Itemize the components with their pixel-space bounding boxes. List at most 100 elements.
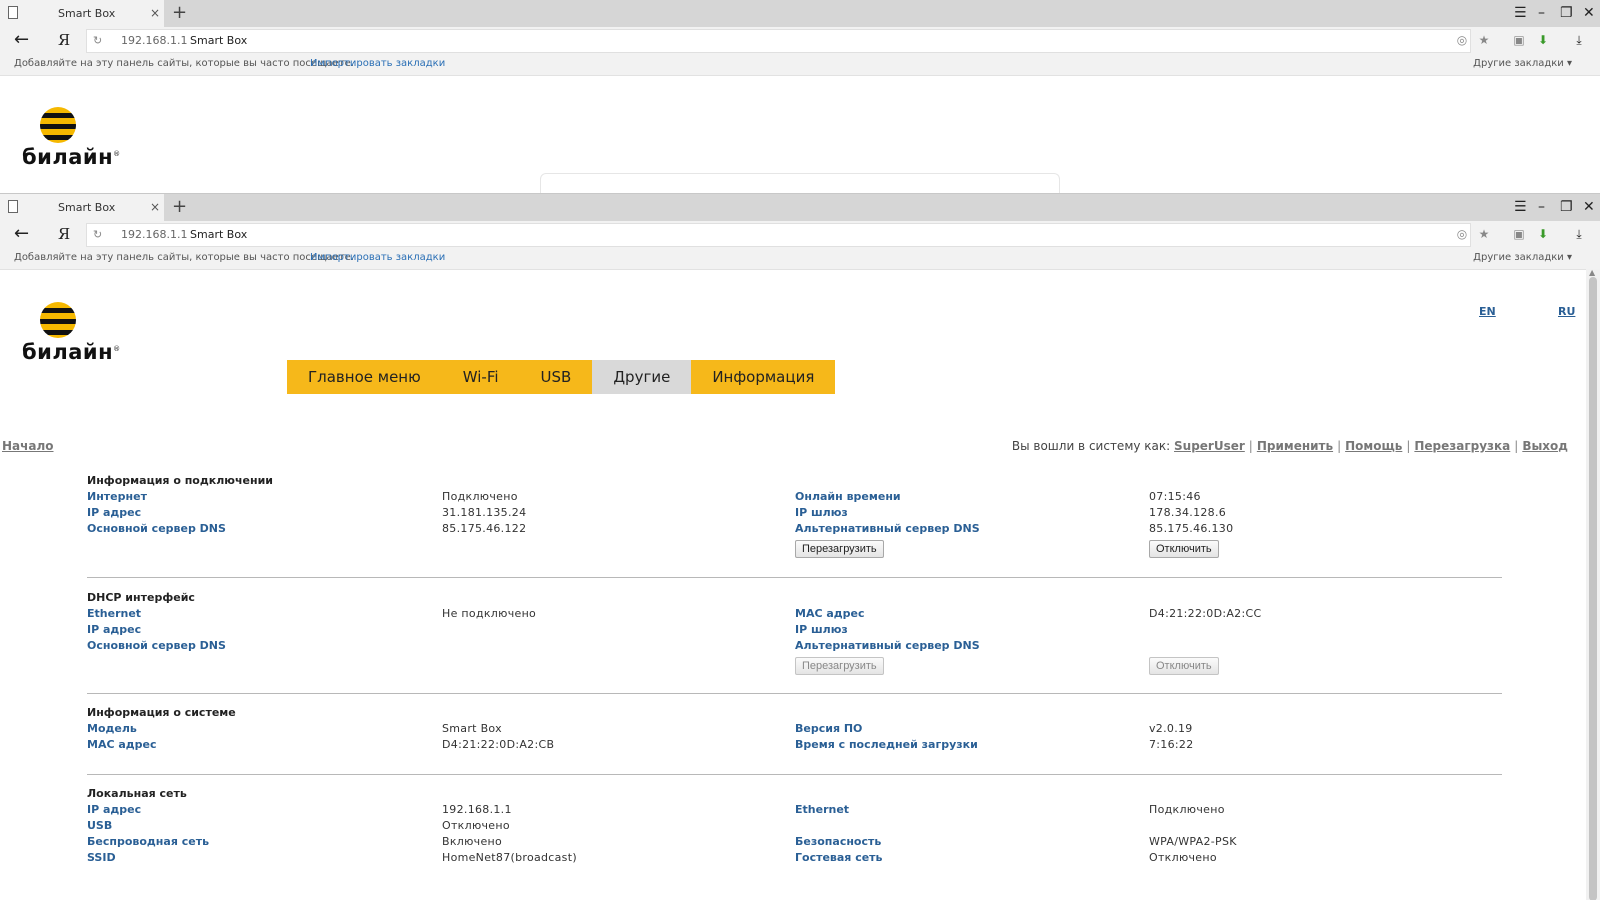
row-value: D4:21:22:0D:A2:CB: [442, 738, 555, 751]
download-icon[interactable]: ⤓: [1572, 33, 1586, 47]
reboot-dhcp-button[interactable]: Перезагрузить: [795, 657, 884, 675]
row-value: D4:21:22:0D:A2:CC: [1149, 607, 1262, 620]
lang-en-link[interactable]: EN: [1479, 305, 1496, 318]
savefrom-icon[interactable]: ⬇: [1536, 227, 1550, 241]
close-icon[interactable]: ✕: [1583, 0, 1595, 27]
row-label: IP шлюз: [795, 506, 848, 519]
import-bookmarks-link[interactable]: Импортировать закладки: [310, 56, 445, 72]
tab-close-icon[interactable]: ×: [150, 0, 160, 27]
beeline-logo[interactable]: билайн®: [22, 302, 120, 364]
tab-close-icon[interactable]: ×: [150, 194, 160, 221]
lang-ru-link[interactable]: RU: [1558, 305, 1575, 318]
star-icon[interactable]: ★: [1477, 33, 1491, 47]
login-panel-edge: [540, 173, 1060, 193]
logged-in-label: Вы вошли в систему как:: [1011, 439, 1171, 453]
vertical-scrollbar[interactable]: ▲: [1586, 268, 1600, 900]
restore-icon[interactable]: ❐: [1560, 194, 1573, 221]
row-label: IP адрес: [87, 623, 142, 636]
download-icon[interactable]: ⤓: [1572, 227, 1586, 241]
scrollbar-thumb[interactable]: [1589, 277, 1597, 900]
menu-item-usb[interactable]: USB: [520, 360, 593, 394]
minimize-icon[interactable]: –: [1538, 0, 1545, 27]
new-tab-button[interactable]: +: [172, 194, 187, 220]
menu-item-main[interactable]: Главное меню: [287, 360, 442, 394]
row-value: 192.168.1.1: [442, 803, 512, 816]
bee-logo-icon: [40, 302, 76, 338]
row-label: Альтернативный сервер DNS: [795, 639, 980, 652]
disconnect-button[interactable]: Отключить: [1149, 540, 1219, 558]
connection-info-section: Информация о подключении Интернет Подклю…: [87, 473, 1502, 559]
extension-icon[interactable]: ▣: [1512, 227, 1526, 241]
yandex-icon[interactable]: Я: [58, 225, 70, 243]
address-field[interactable]: ↻ 192.168.1.1 Smart Box: [86, 223, 1471, 247]
row-value: WPA/WPA2-PSK: [1149, 835, 1237, 848]
import-bookmarks-link[interactable]: Импортировать закладки: [310, 250, 445, 266]
row-label: Интернет: [87, 490, 147, 503]
row-label: SSID: [87, 851, 116, 864]
bookmarks-bar: Добавляйте на эту панель сайты, которые …: [0, 56, 1600, 76]
browser-tab[interactable]: Smart Box ×: [0, 0, 164, 27]
row-label: USB: [87, 819, 113, 832]
system-info-section: Информация о системе Модель Smart Box Ве…: [87, 705, 1502, 753]
row-label: Безопасность: [795, 835, 882, 848]
row-label: IP адрес: [87, 506, 142, 519]
other-bookmarks[interactable]: Другие закладки ▾: [1473, 56, 1572, 72]
protect-icon[interactable]: ◎: [1455, 227, 1469, 241]
menu-icon[interactable]: ☰: [1514, 0, 1527, 27]
breadcrumb-bar: Начало Вы вошли в систему как: SuperUser…: [2, 439, 1568, 455]
protect-icon[interactable]: ◎: [1455, 33, 1469, 47]
row-value: 07:15:46: [1149, 490, 1201, 503]
star-icon[interactable]: ★: [1477, 227, 1491, 241]
row-value: Включено: [442, 835, 503, 848]
reboot-link[interactable]: Перезагрузка: [1414, 439, 1510, 453]
main-menu: Главное меню Wi-Fi USB Другие Информация: [287, 360, 836, 394]
disconnect-dhcp-button[interactable]: Отключить: [1149, 657, 1219, 675]
row-label: MAC адрес: [87, 738, 157, 751]
tab-title: Smart Box: [58, 7, 116, 20]
info-row: IP адрес 31.181.135.24 IP шлюз 178.34.12…: [87, 505, 1502, 521]
info-row: SSID HomeNet87(broadcast) Гостевая сеть …: [87, 850, 1502, 866]
minimize-icon[interactable]: –: [1538, 194, 1545, 221]
dhcp-section: DHCP интерфейс Ethernet Не подключено MA…: [87, 590, 1502, 676]
apply-link[interactable]: Применить: [1257, 439, 1333, 453]
help-link[interactable]: Помощь: [1345, 439, 1402, 453]
close-icon[interactable]: ✕: [1583, 194, 1595, 221]
browser-tab[interactable]: Smart Box ×: [0, 194, 164, 221]
row-value: Не подключено: [442, 607, 537, 620]
reload-icon[interactable]: ↻: [93, 224, 102, 246]
row-label: Гостевая сеть: [795, 851, 883, 864]
back-arrow-icon[interactable]: ←: [14, 29, 29, 50]
menu-item-info[interactable]: Информация: [691, 360, 835, 394]
address-host: 192.168.1.1: [121, 228, 188, 241]
new-tab-button[interactable]: +: [172, 0, 187, 26]
yandex-icon[interactable]: Я: [58, 31, 70, 49]
menu-icon[interactable]: ☰: [1514, 194, 1527, 221]
row-label: Альтернативный сервер DNS: [795, 522, 980, 535]
info-row: Основной сервер DNS Альтернативный серве…: [87, 638, 1502, 654]
menu-item-other[interactable]: Другие: [592, 360, 692, 394]
back-arrow-icon[interactable]: ←: [14, 223, 29, 244]
savefrom-icon[interactable]: ⬇: [1536, 33, 1550, 47]
tab-strip: Smart Box × + ☰ – ❐ ✕: [0, 0, 1600, 27]
other-bookmarks[interactable]: Другие закладки ▾: [1473, 250, 1572, 266]
address-field[interactable]: ↻ 192.168.1.1 Smart Box: [86, 29, 1471, 53]
scroll-up-icon[interactable]: ▲: [1589, 268, 1595, 277]
user-link[interactable]: SuperUser: [1174, 439, 1245, 453]
row-label: Основной сервер DNS: [87, 522, 226, 535]
restore-icon[interactable]: ❐: [1560, 0, 1573, 27]
reload-icon[interactable]: ↻: [93, 30, 102, 52]
logout-link[interactable]: Выход: [1522, 439, 1568, 453]
reboot-connection-button[interactable]: Перезагрузить: [795, 540, 884, 558]
browser-window: Smart Box × + ☰ – ❐ ✕ ← Я ↻ 192.168.1.1 …: [0, 193, 1600, 900]
row-label: IP адрес: [87, 803, 142, 816]
page-icon: [8, 6, 18, 19]
address-title: Smart Box: [190, 228, 248, 241]
row-label: IP шлюз: [795, 623, 848, 636]
bookmarks-hint: Добавляйте на эту панель сайты, которые …: [14, 252, 354, 263]
divider: [87, 693, 1502, 694]
breadcrumb-start-link[interactable]: Начало: [2, 439, 54, 453]
bee-logo-icon: [40, 107, 76, 143]
menu-item-wifi[interactable]: Wi-Fi: [442, 360, 520, 394]
bookmarks-hint: Добавляйте на эту панель сайты, которые …: [14, 58, 354, 69]
extension-icon[interactable]: ▣: [1512, 33, 1526, 47]
